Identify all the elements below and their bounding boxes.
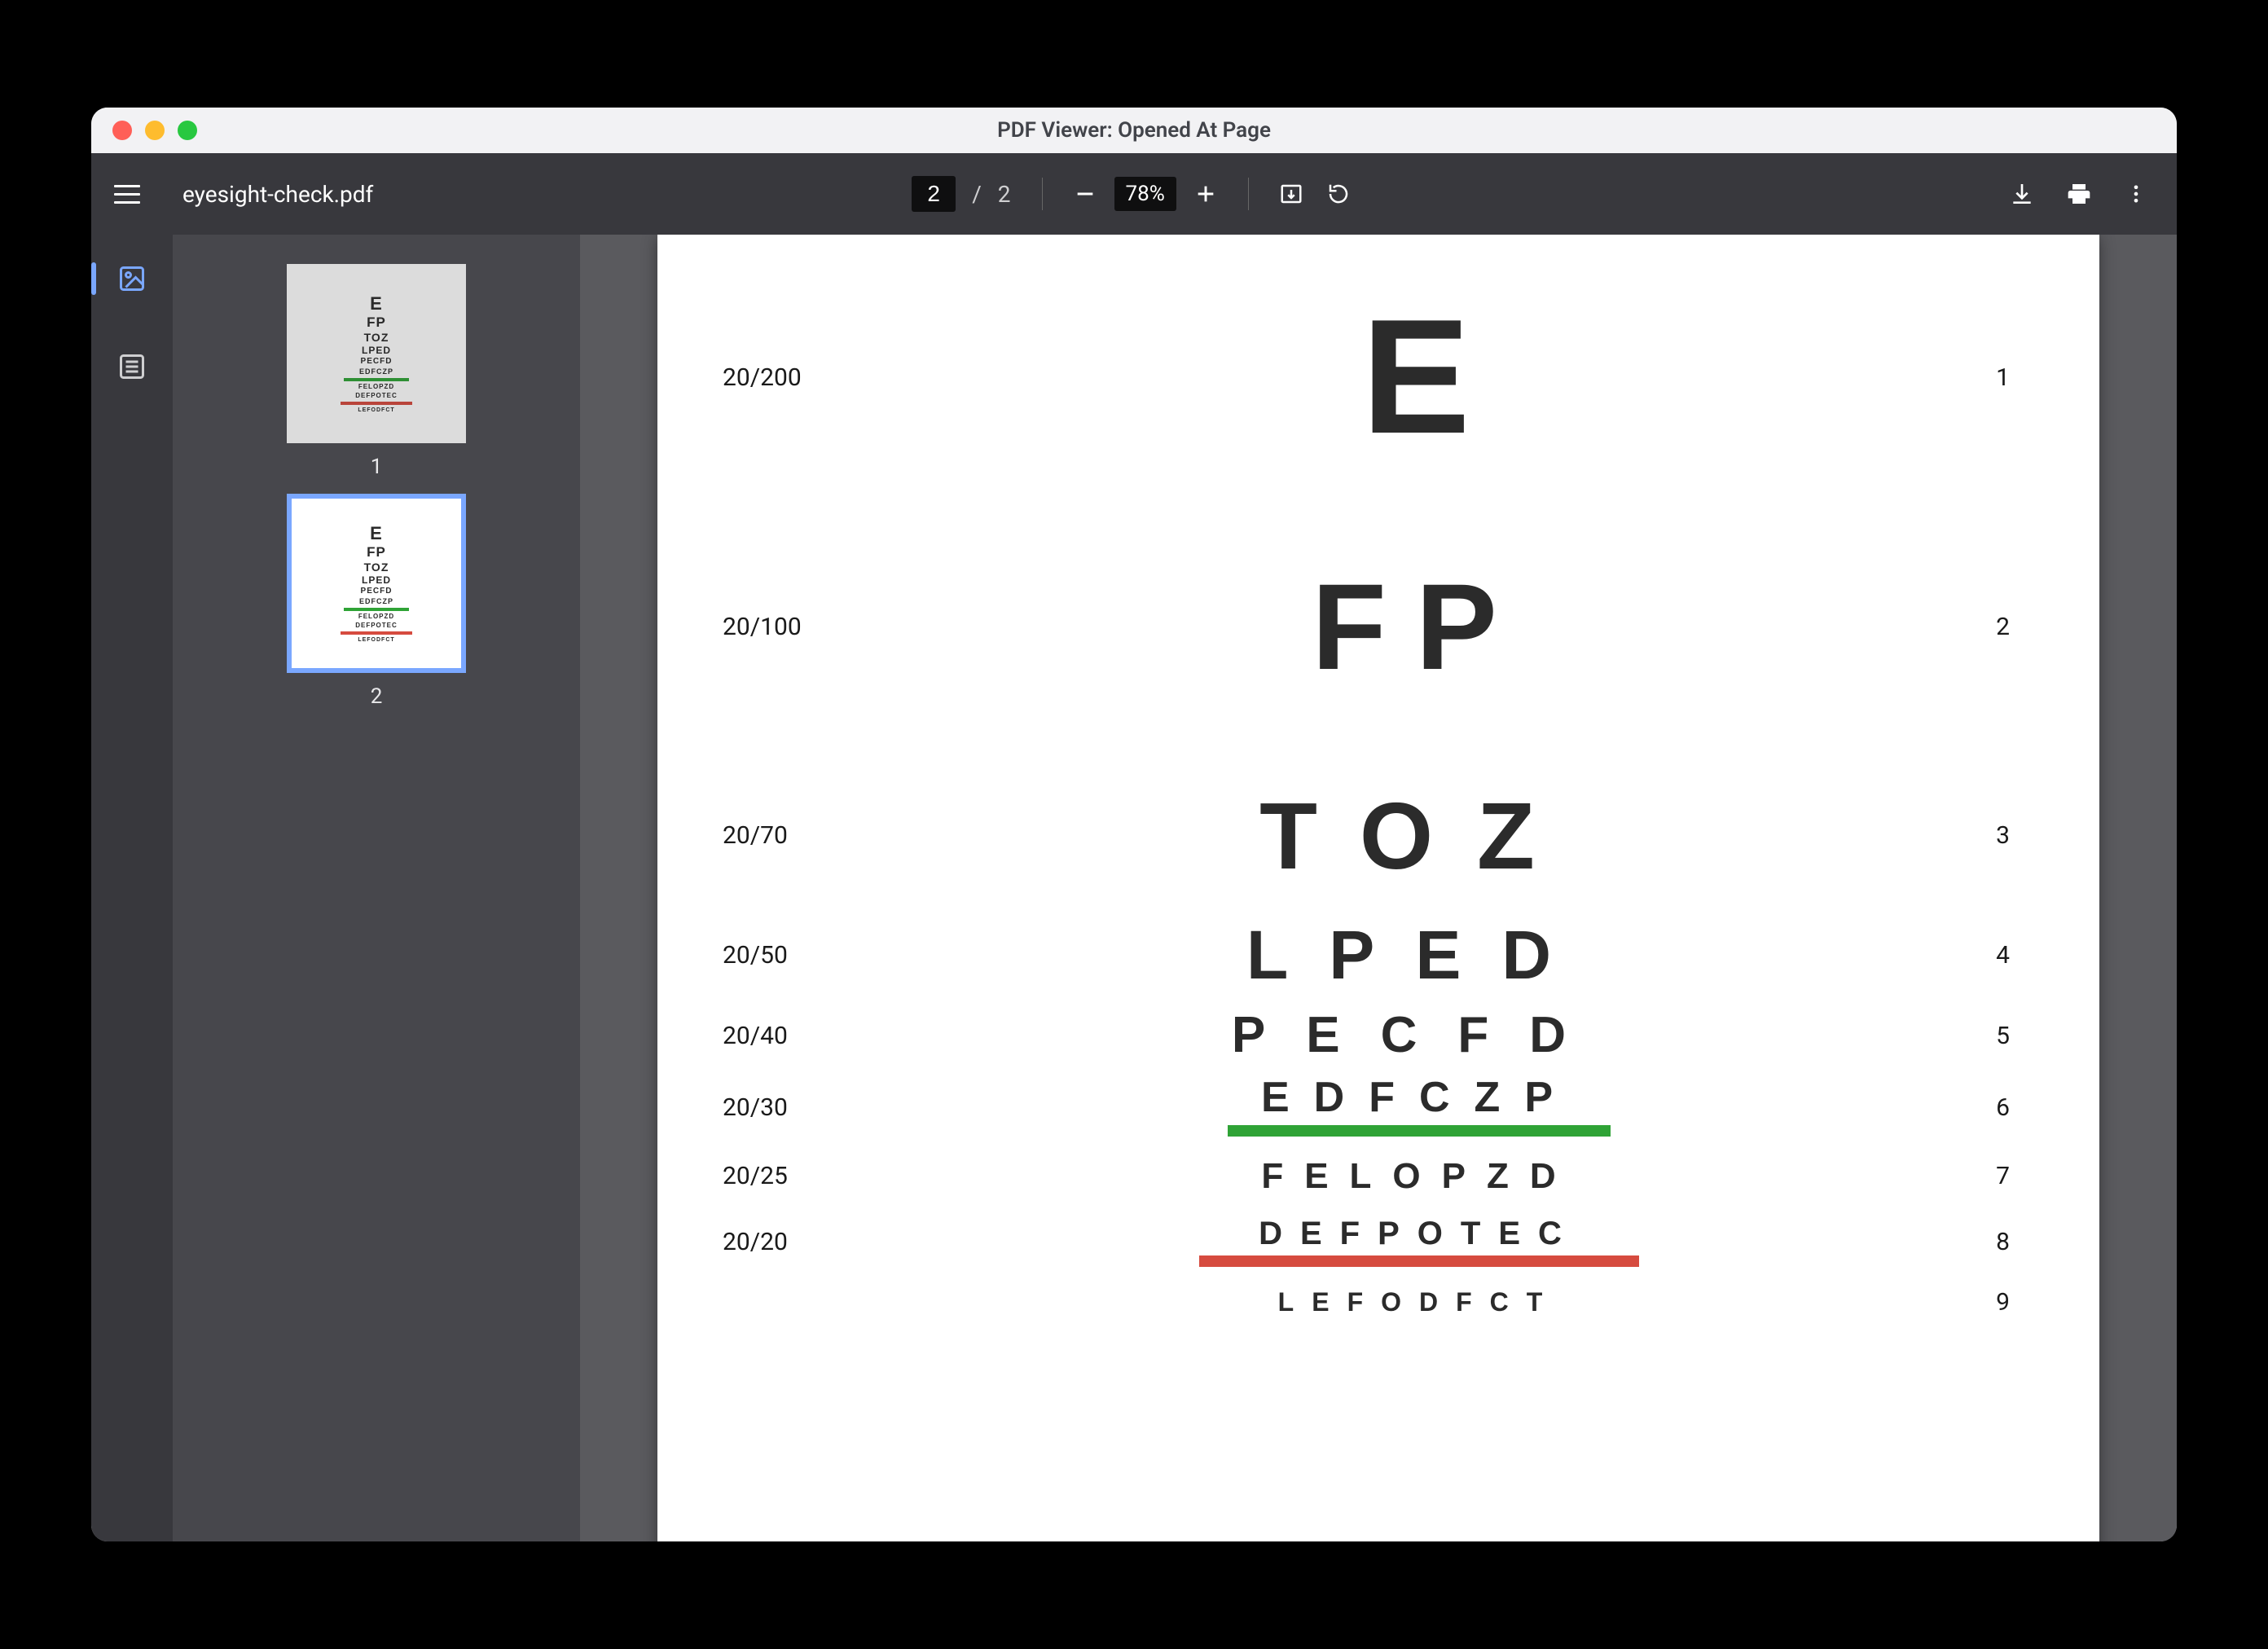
pdf-page: 20/200 E 1 20/100 FP 2 20/70 TOZ 3 20/50 LPED 4 20/4… [657,235,2099,1541]
letters-wrap: TOZ [902,791,1936,881]
thumbnail-label: 1 [371,455,383,479]
thumbnails-tab[interactable] [111,257,153,300]
chart-row: 20/200 E 1 [723,300,2034,455]
app-window: PDF Viewer: Opened At Page eyesight-chec… [91,108,2177,1541]
chart-letters: LEFODFCT [1278,1290,1561,1314]
chart-row: LEFODFCT 9 [723,1288,2034,1317]
zoom-out-button[interactable] [1067,176,1103,212]
chart-row: 20/100 FP 2 [723,569,2034,685]
letters-wrap: DEFPOTEC [902,1218,1936,1267]
chart-letters: FP [1312,569,1527,685]
rotate-icon [1326,182,1351,206]
minus-icon [1074,182,1097,205]
line-number: 2 [1936,613,2034,641]
page-separator: / [972,181,982,208]
zoom-display: 78% [1114,177,1176,211]
line-number: 5 [1936,1022,2034,1050]
chart-letters: LPED [1246,923,1592,988]
acuity-label: 20/200 [723,363,902,392]
window-title: PDF Viewer: Opened At Page [91,118,2177,143]
chart-row: 20/70 TOZ 3 [723,791,2034,881]
print-button[interactable] [2061,176,2097,212]
acuity-label: 20/70 [723,821,902,850]
rotate-button[interactable] [1321,176,1356,212]
line-number: 7 [1936,1162,2034,1190]
letters-wrap: EDFCZP [902,1078,1936,1136]
letters-wrap: LEFODFCT [902,1290,1936,1314]
outline-tab[interactable] [111,345,153,388]
content-area: E FP TOZ LPED PECFD EDFCZP FELOPZD DEFPOTEC LEFO… [91,235,2177,1541]
divider [1248,178,1249,210]
acuity-label: 20/30 [723,1093,902,1122]
underline-bar [1199,1255,1639,1267]
letters-wrap: FP [902,569,1936,685]
thumbnail-1[interactable]: EFPTOZLPEDPECFDEDFCZPFELOPZDDEFPOTECLEFO… [287,264,466,479]
line-number: 4 [1936,941,2034,970]
underline-bar [1228,1125,1611,1137]
outline-icon [117,352,147,381]
thumbnails-icon [117,264,147,293]
divider [1042,178,1043,210]
print-icon [2066,181,2092,207]
close-window-button[interactable] [112,121,132,140]
letters-wrap: E [902,300,1936,455]
letters-wrap: FELOPZD [902,1159,1936,1194]
chart-letters: TOZ [1259,791,1579,881]
line-number: 3 [1936,821,2034,850]
acuity-label: 20/20 [723,1228,902,1256]
more-vertical-icon [2125,182,2147,205]
page-number-input[interactable] [912,176,956,212]
fit-page-button[interactable] [1273,176,1309,212]
chart-letters: DEFPOTEC [1259,1218,1580,1249]
window-controls [91,121,197,140]
download-button[interactable] [2004,176,2040,212]
more-button[interactable] [2118,176,2154,212]
menu-button[interactable] [114,178,147,210]
chart-row: 20/50 LPED 4 [723,923,2034,988]
acuity-label: 20/25 [723,1162,902,1190]
titlebar: PDF Viewer: Opened At Page [91,108,2177,153]
page-total: 2 [998,181,1011,208]
chart-letters: E [1361,300,1476,455]
file-name: eyesight-check.pdf [182,181,373,208]
letters-wrap: PECFD [902,1012,1936,1060]
acuity-label: 20/40 [723,1022,902,1050]
chart-row: 20/40 PECFD 5 [723,1012,2034,1060]
minimize-window-button[interactable] [145,121,165,140]
thumbnail-image: EFPTOZLPEDPECFDEDFCZPFELOPZDDEFPOTECLEFO… [287,494,466,673]
fit-page-icon [1279,182,1303,206]
toolbar: eyesight-check.pdf / 2 78% [91,153,2177,235]
page-viewport[interactable]: 20/200 E 1 20/100 FP 2 20/70 TOZ 3 20/50 LPED 4 20/4… [580,235,2177,1541]
line-number: 6 [1936,1093,2034,1122]
line-number: 1 [1936,363,2034,392]
chart-row: 20/20 DEFPOTEC 8 [723,1218,2034,1267]
maximize-window-button[interactable] [178,121,197,140]
chart-letters: FELOPZD [1261,1159,1576,1194]
acuity-label: 20/100 [723,613,902,641]
sidebar-rail [91,235,173,1541]
thumbnail-panel: EFPTOZLPEDPECFDEDFCZPFELOPZDDEFPOTECLEFO… [173,235,580,1541]
thumbnail-2[interactable]: EFPTOZLPEDPECFDEDFCZPFELOPZDDEFPOTECLEFO… [287,494,466,709]
zoom-in-button[interactable] [1188,176,1224,212]
chart-letters: PECFD [1232,1012,1606,1060]
plus-icon [1194,182,1217,205]
thumbnail-image: EFPTOZLPEDPECFDEDFCZPFELOPZDDEFPOTECLEFO… [287,264,466,443]
chart-row: 20/25 FELOPZD 7 [723,1159,2034,1194]
chart-row: 20/30 EDFCZP 6 [723,1078,2034,1136]
line-number: 8 [1936,1228,2034,1256]
download-icon [2009,181,2035,207]
acuity-label: 20/50 [723,941,902,970]
chart-letters: EDFCZP [1261,1078,1577,1118]
letters-wrap: LPED [902,923,1936,988]
thumbnail-label: 2 [371,684,383,709]
line-number: 9 [1936,1288,2034,1317]
